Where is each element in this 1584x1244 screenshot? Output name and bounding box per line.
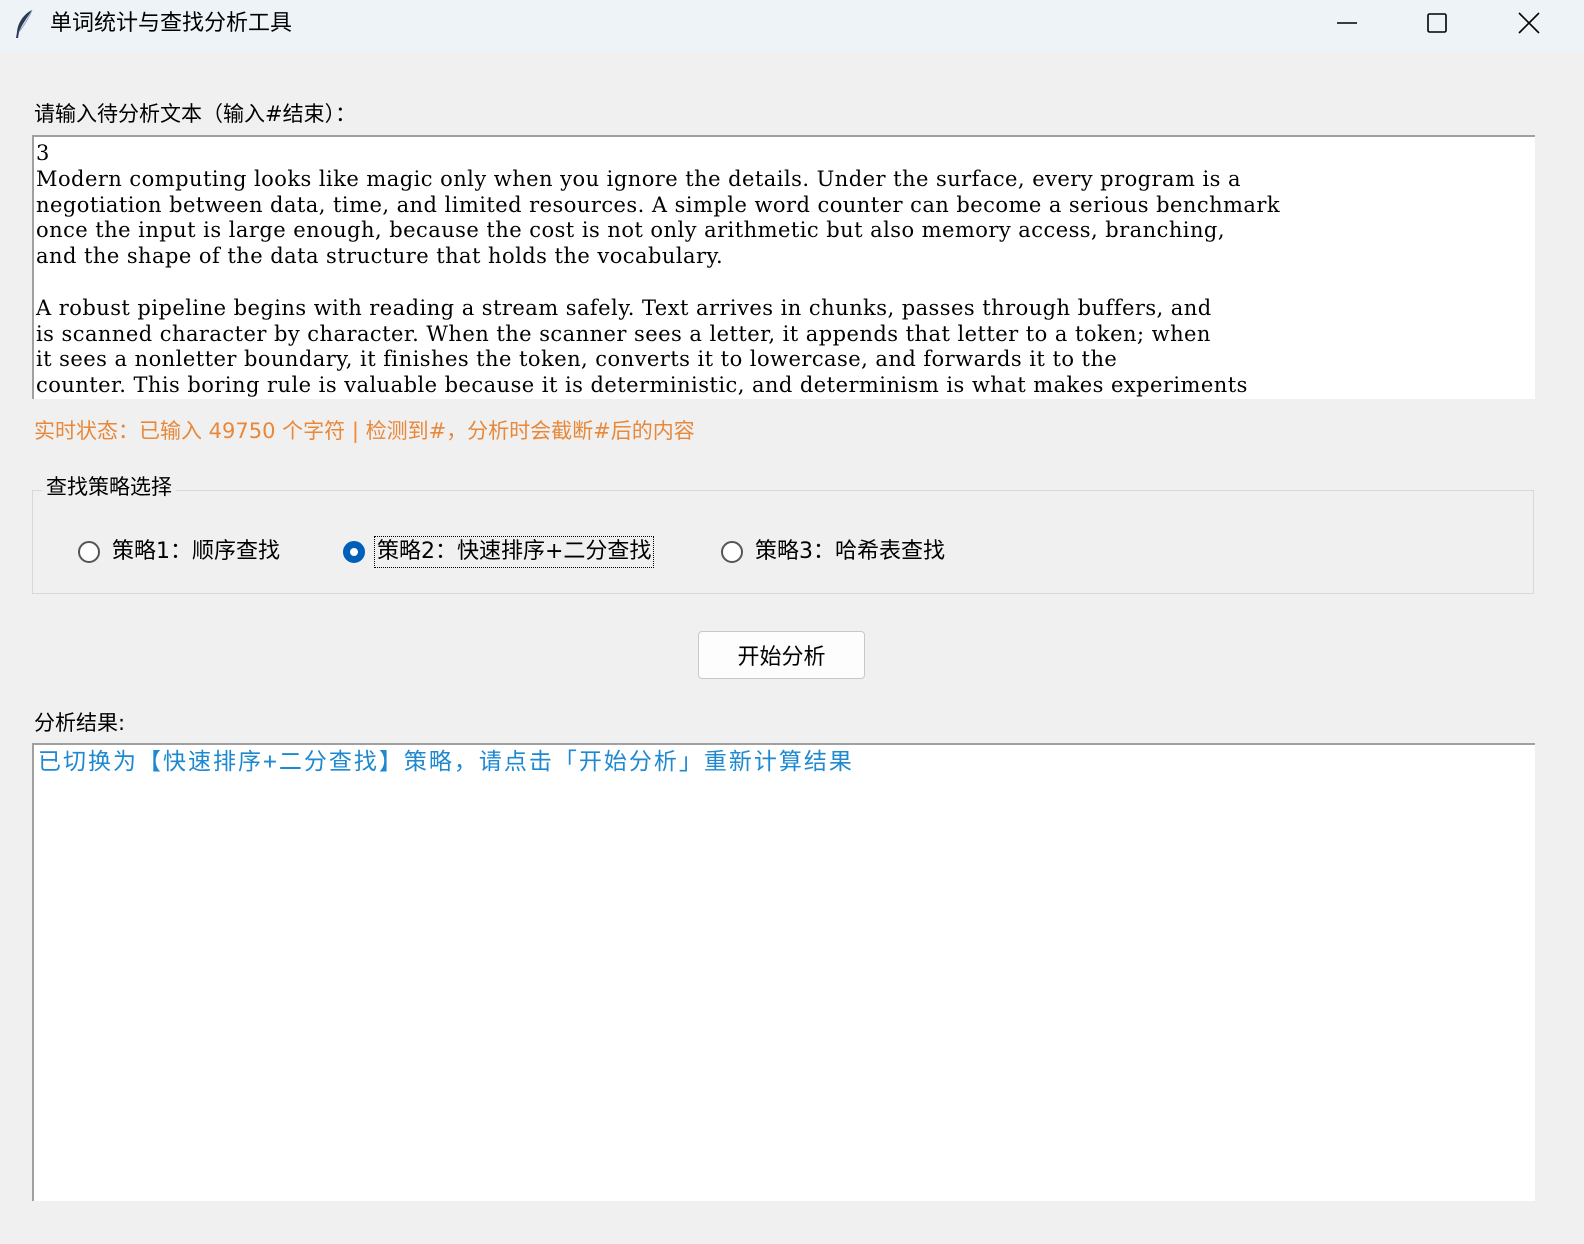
feather-icon xyxy=(16,9,33,38)
radio-strategy-2[interactable]: 策略2：快速排序+二分查找 xyxy=(343,536,655,568)
radio-strategy-3-label[interactable]: 策略3：哈希表查找 xyxy=(753,537,947,567)
text-input-area[interactable]: 3 Modern computing looks like magic only… xyxy=(32,135,1535,399)
radio-strategy-3[interactable]: 策略3：哈希表查找 xyxy=(721,536,947,568)
window-title: 单词统计与查找分析工具 xyxy=(50,11,293,36)
result-label: 分析结果: xyxy=(34,711,126,735)
radio-button-unselected[interactable] xyxy=(721,541,743,563)
start-analysis-button[interactable]: 开始分析 xyxy=(698,631,865,679)
result-text: 已切换为【快速排序+二分查找】策略，请点击「开始分析」重新计算结果 xyxy=(38,749,854,775)
status-text: 实时状态：已输入 49750 个字符 | 检测到#，分析时会截断#后的内容 xyxy=(34,419,695,443)
radio-strategy-2-label[interactable]: 策略2：快速排序+二分查找 xyxy=(373,536,655,568)
input-text[interactable]: 3 Modern computing looks like magic only… xyxy=(34,137,1535,399)
radio-button-unselected[interactable] xyxy=(78,541,100,563)
maximize-icon xyxy=(1427,12,1447,33)
minimize-button[interactable] xyxy=(1302,0,1392,45)
radio-strategy-1-label[interactable]: 策略1：顺序查找 xyxy=(110,537,282,567)
close-icon xyxy=(1518,11,1540,34)
close-button[interactable] xyxy=(1484,0,1574,45)
radio-strategy-1[interactable]: 策略1：顺序查找 xyxy=(78,536,282,568)
minimize-icon xyxy=(1337,21,1357,24)
strategy-group-title: 查找策略选择 xyxy=(42,474,176,500)
title-bar: 单词统计与查找分析工具 xyxy=(0,0,1584,52)
radio-button-selected[interactable] xyxy=(343,541,365,563)
result-output-area[interactable]: 已切换为【快速排序+二分查找】策略，请点击「开始分析」重新计算结果 xyxy=(32,743,1535,1201)
input-label: 请输入待分析文本（输入#结束）： xyxy=(34,102,357,126)
maximize-button[interactable] xyxy=(1392,0,1482,45)
